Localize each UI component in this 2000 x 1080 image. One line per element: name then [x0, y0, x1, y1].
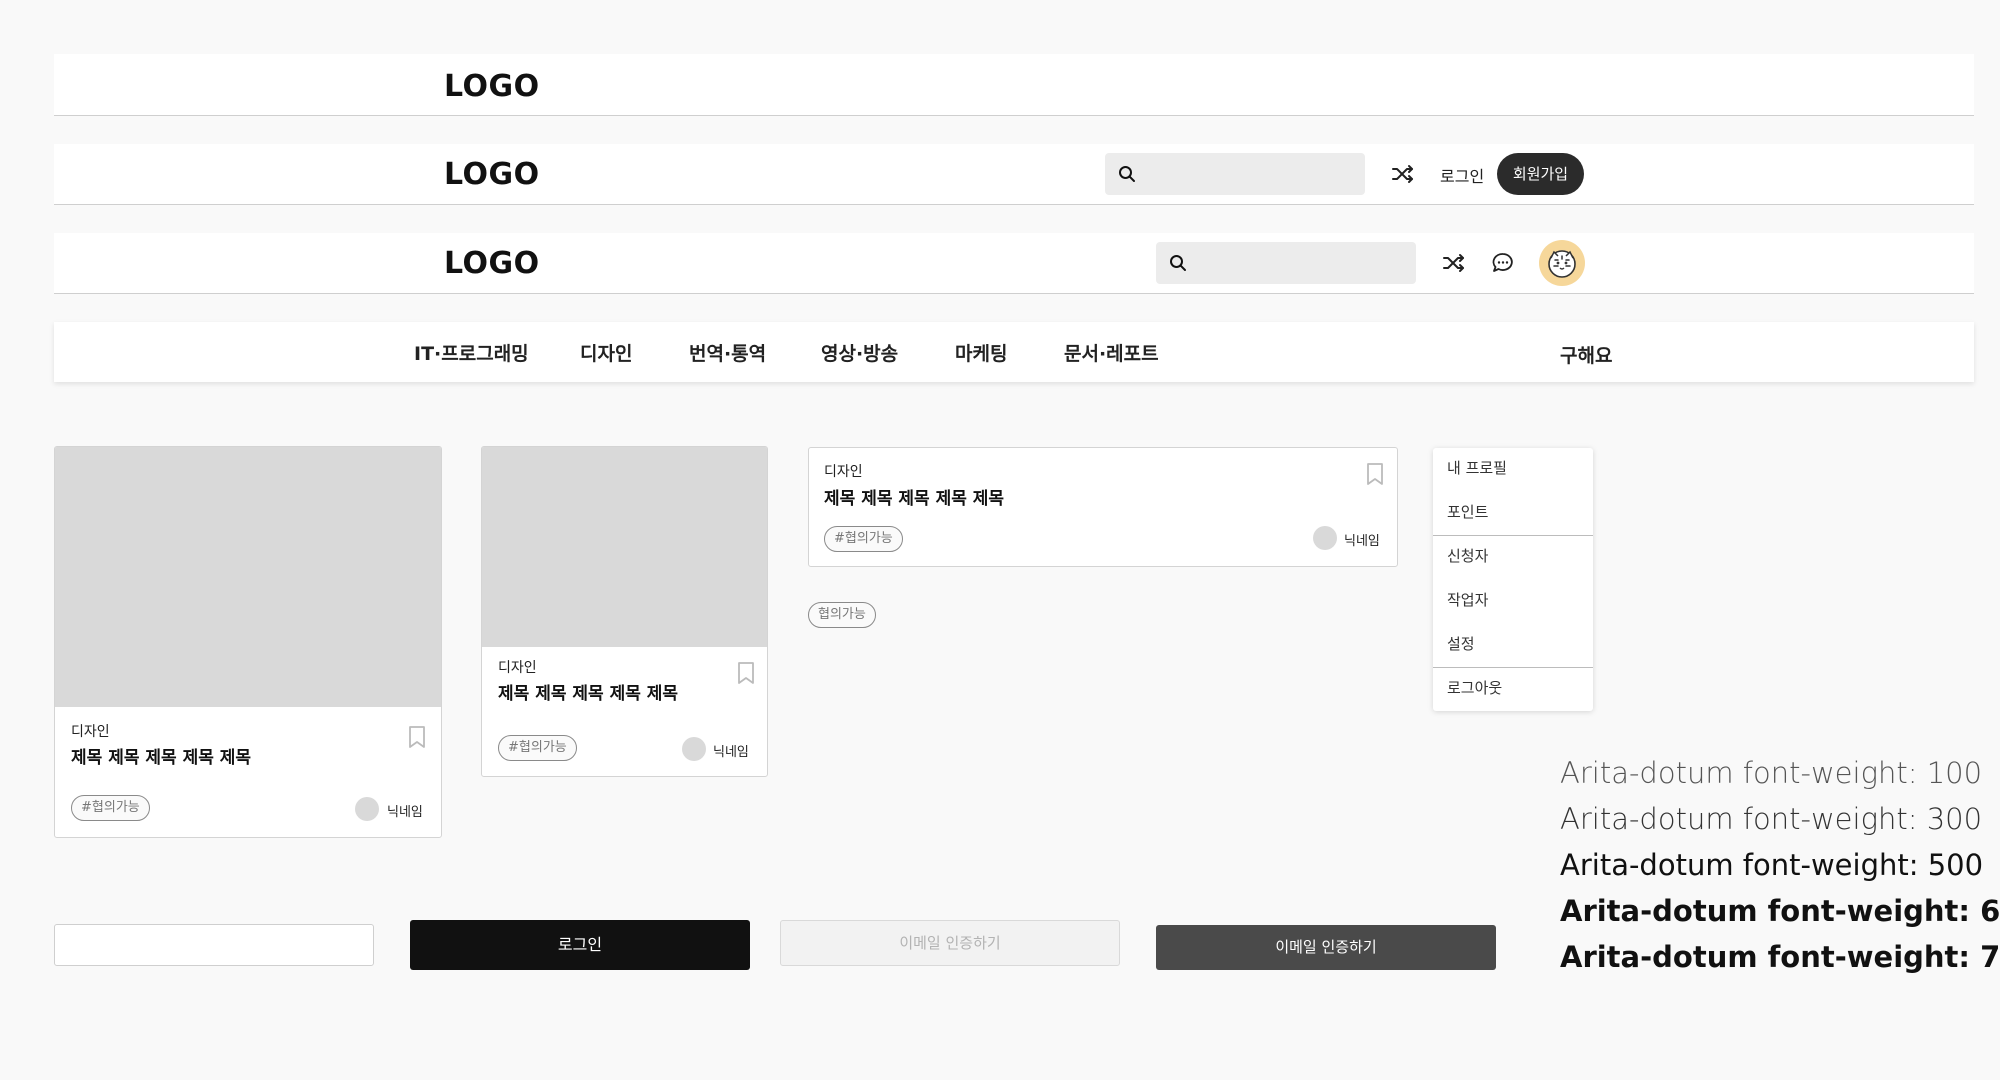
- chat-icon[interactable]: [1490, 250, 1516, 276]
- bookmark-icon[interactable]: [736, 661, 756, 685]
- bookmark-icon[interactable]: [407, 725, 427, 749]
- card-thumbnail: [482, 447, 767, 647]
- search-icon: [1119, 166, 1135, 182]
- nav-item-wanted[interactable]: 구해요: [1560, 341, 1612, 368]
- card-tag: #협의가능: [71, 795, 150, 821]
- text-input[interactable]: [54, 924, 374, 966]
- font-sample-600: Arita-dotum font-weight: 600: [1560, 894, 2000, 928]
- menu-divider: [1433, 667, 1593, 668]
- card-title: 제목 제목 제목 제목 제목: [498, 684, 679, 704]
- font-sample-100: Arita-dotum font-weight: 100: [1560, 756, 1983, 790]
- shuffle-icon[interactable]: [1441, 250, 1467, 276]
- project-card-compact[interactable]: 디자인 제목 제목 제목 제목 제목 #협의가능 닉네임: [808, 447, 1398, 567]
- nav-item-marketing[interactable]: 마케팅: [955, 339, 1007, 366]
- card-thumbnail: [55, 447, 441, 707]
- card-title: 제목 제목 제목 제목 제목: [71, 748, 252, 768]
- tag-chip: 협의가능: [808, 602, 876, 628]
- menu-item-profile[interactable]: 내 프로필: [1447, 457, 1507, 478]
- card-nickname: 닉네임: [1344, 534, 1380, 549]
- signup-button[interactable]: 회원가입: [1497, 153, 1584, 195]
- font-sample-700: Arita-dotum font-weight: 700: [1560, 940, 2000, 974]
- project-card[interactable]: 디자인 제목 제목 제목 제목 제목 #협의가능 닉네임: [481, 446, 768, 777]
- search-input[interactable]: [1196, 242, 1406, 284]
- card-tag: #협의가능: [498, 735, 577, 761]
- font-sample-300: Arita-dotum font-weight: 300: [1560, 802, 1983, 836]
- header-logo-only: LOGO: [54, 54, 1974, 116]
- card-nickname: 닉네임: [387, 805, 423, 820]
- nav-item-it[interactable]: IT·프로그래밍: [414, 339, 529, 366]
- user-avatar: [355, 797, 379, 821]
- login-link[interactable]: 로그인: [1440, 163, 1484, 187]
- logo[interactable]: LOGO: [444, 246, 540, 281]
- card-category: 디자인: [71, 724, 110, 740]
- card-category: 디자인: [498, 660, 537, 676]
- card-category: 디자인: [824, 464, 863, 480]
- login-button[interactable]: 로그인: [410, 920, 750, 970]
- nav-item-translation[interactable]: 번역·통역: [689, 339, 766, 366]
- menu-item-logout[interactable]: 로그아웃: [1447, 677, 1502, 698]
- header-logged-out: LOGO 로그인 회원가입: [54, 144, 1974, 205]
- menu-item-workers[interactable]: 작업자: [1447, 589, 1488, 610]
- user-avatar: [682, 737, 706, 761]
- bookmark-icon[interactable]: [1365, 462, 1385, 486]
- logo[interactable]: LOGO: [444, 157, 540, 192]
- search-box[interactable]: [1156, 242, 1416, 284]
- nav-item-documents[interactable]: 문서·레포트: [1064, 339, 1159, 366]
- font-sample-500: Arita-dotum font-weight: 500: [1560, 848, 1984, 882]
- nav-item-design[interactable]: 디자인: [580, 339, 632, 366]
- card-tag: #협의가능: [824, 526, 903, 552]
- nav-item-video[interactable]: 영상·방송: [821, 339, 898, 366]
- header-logged-in: LOGO: [54, 233, 1974, 294]
- search-input[interactable]: [1145, 153, 1355, 195]
- menu-item-points[interactable]: 포인트: [1447, 501, 1488, 522]
- logo[interactable]: LOGO: [444, 69, 540, 104]
- tiger-avatar-icon: [1548, 250, 1576, 278]
- profile-dropdown: 내 프로필 포인트 신청자 작업자 설정 로그아웃: [1433, 448, 1593, 711]
- menu-divider: [1433, 535, 1593, 536]
- menu-item-applicants[interactable]: 신청자: [1447, 545, 1488, 566]
- menu-item-settings[interactable]: 설정: [1447, 633, 1475, 654]
- project-card[interactable]: 디자인 제목 제목 제목 제목 제목 #협의가능 닉네임: [54, 446, 442, 838]
- search-icon: [1170, 255, 1186, 271]
- shuffle-icon[interactable]: [1390, 161, 1416, 187]
- avatar[interactable]: [1539, 240, 1585, 286]
- user-avatar: [1313, 526, 1337, 550]
- card-title: 제목 제목 제목 제목 제목: [824, 489, 1005, 509]
- email-verify-button-disabled: 이메일 인증하기: [780, 920, 1120, 966]
- email-verify-button[interactable]: 이메일 인증하기: [1156, 925, 1496, 970]
- category-nav: IT·프로그래밍 디자인 번역·통역 영상·방송 마케팅 문서·레포트 구해요: [54, 322, 1974, 382]
- card-nickname: 닉네임: [713, 745, 749, 760]
- search-box[interactable]: [1105, 153, 1365, 195]
